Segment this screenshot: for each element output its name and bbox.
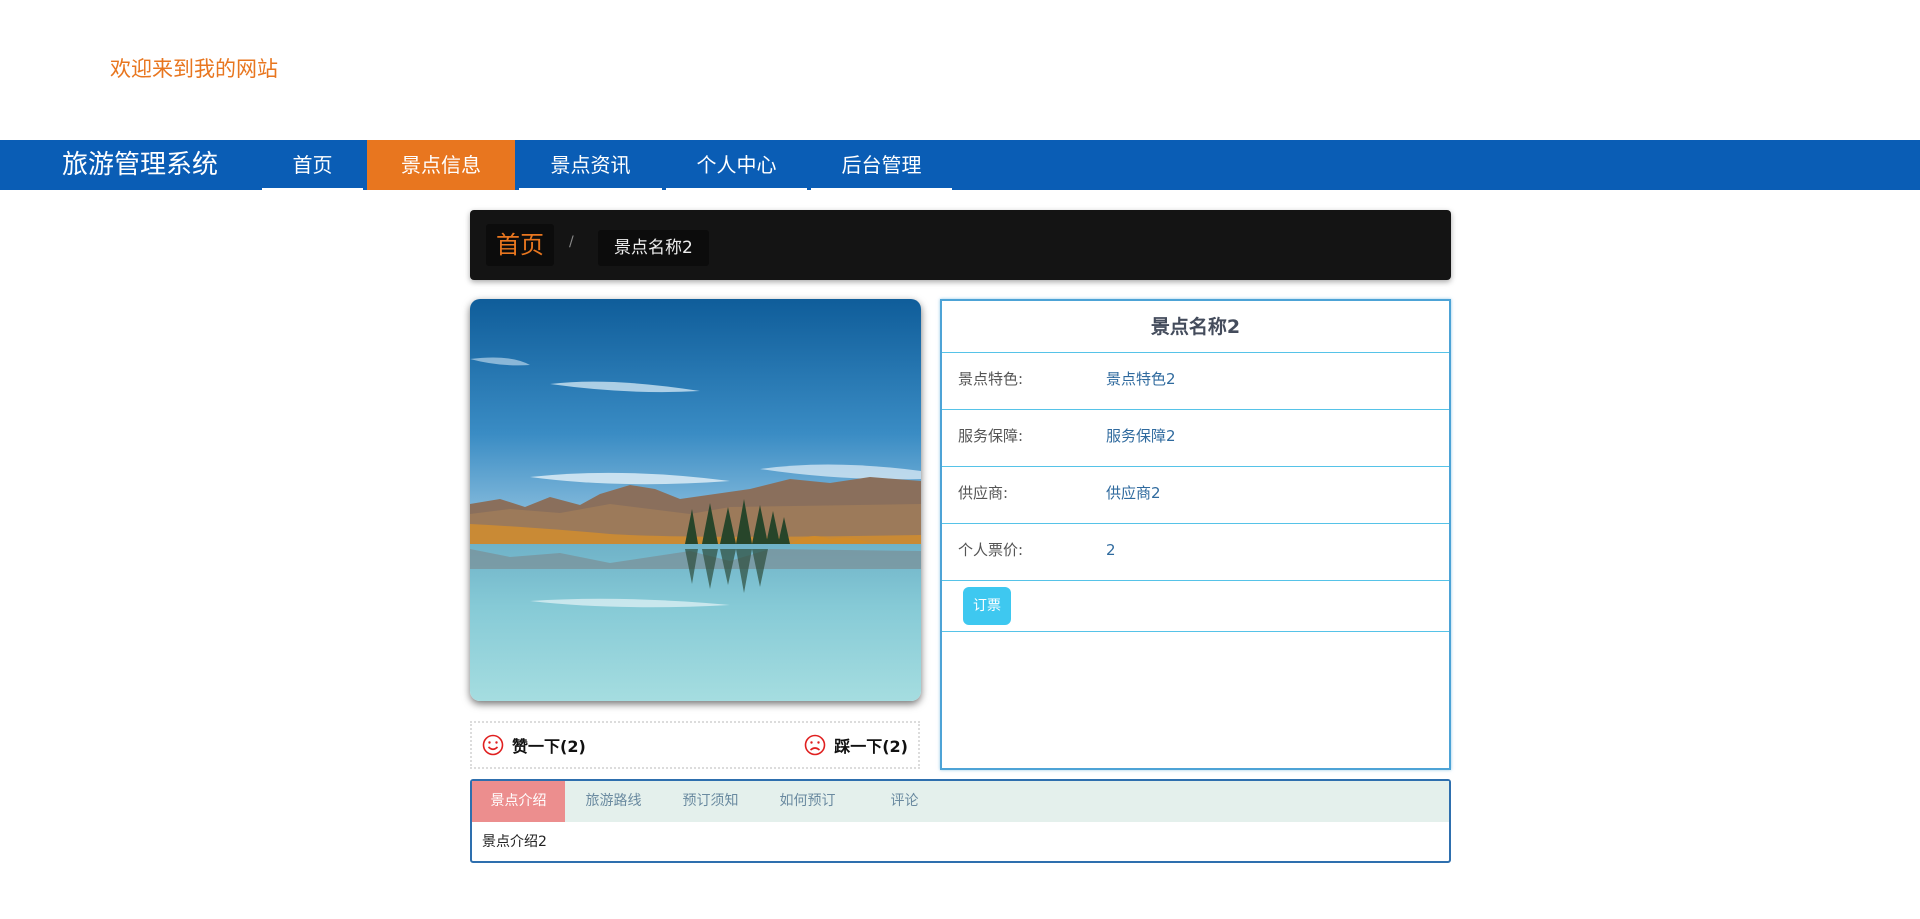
breadcrumb-current: 景点名称2 [598, 230, 709, 266]
detail-row-service: 服务保障: 服务保障2 [942, 410, 1449, 467]
detail-value: 2 [1106, 541, 1116, 559]
nav-item-attractions[interactable]: 景点信息 [367, 140, 515, 190]
attraction-title: 景点名称2 [942, 301, 1449, 353]
nav-item-news[interactable]: 景点资讯 [519, 140, 662, 190]
tab-introduction[interactable]: 景点介绍 [472, 781, 565, 822]
detail-row-price: 个人票价: 2 [942, 524, 1449, 581]
detail-action-row: 订票 [942, 581, 1449, 632]
detail-value: 供应商2 [1106, 484, 1161, 502]
main-navbar: 旅游管理系统 首页 景点信息 景点资讯 个人中心 后台管理 [0, 140, 1920, 190]
attraction-photo [470, 299, 921, 701]
nav-item-profile[interactable]: 个人中心 [666, 140, 807, 190]
like-label: 赞一下(2) [512, 737, 586, 756]
breadcrumb-separator: / [569, 234, 574, 250]
tab-route[interactable]: 旅游路线 [565, 781, 662, 822]
detail-row-supplier: 供应商: 供应商2 [942, 467, 1449, 524]
landscape-photo-image [470, 299, 921, 701]
detail-key: 服务保障: [958, 427, 1024, 445]
like-button[interactable]: 赞一下(2) [482, 723, 586, 767]
nav-item-admin[interactable]: 后台管理 [811, 140, 952, 190]
detail-key: 个人票价: [958, 541, 1024, 559]
dislike-label: 踩一下(2) [834, 737, 908, 756]
tab-how-to-book[interactable]: 如何预订 [759, 781, 856, 822]
nav-item-home[interactable]: 首页 [262, 140, 363, 190]
detail-key: 供应商: [958, 484, 1009, 502]
breadcrumb-home-link[interactable]: 首页 [486, 224, 554, 266]
tab-bar: 景点介绍 旅游路线 预订须知 如何预订 评论 [472, 781, 1449, 822]
detail-tabs: 景点介绍 旅游路线 预订须知 如何预订 评论 景点介绍2 [470, 779, 1451, 863]
nav-menu: 首页 景点信息 景点资讯 个人中心 后台管理 [262, 140, 956, 190]
smile-icon [482, 734, 504, 756]
detail-row-feature: 景点特色: 景点特色2 [942, 353, 1449, 410]
book-ticket-button[interactable]: 订票 [963, 587, 1011, 625]
tab-comments[interactable]: 评论 [856, 781, 953, 822]
detail-value: 服务保障2 [1106, 427, 1176, 445]
dislike-button[interactable]: 踩一下(2) [804, 723, 908, 767]
reaction-bar: 赞一下(2) 踩一下(2) [470, 721, 920, 769]
tab-booking-notes[interactable]: 预订须知 [662, 781, 759, 822]
detail-key: 景点特色: [958, 370, 1024, 388]
breadcrumb: 首页 / 景点名称2 [470, 210, 1451, 280]
attraction-detail-panel: 景点名称2 景点特色: 景点特色2 服务保障: 服务保障2 供应商: 供应商2 … [940, 299, 1451, 770]
welcome-text: 欢迎来到我的网站 [110, 57, 278, 81]
detail-value: 景点特色2 [1106, 370, 1176, 388]
tab-content: 景点介绍2 [482, 834, 547, 850]
site-brand[interactable]: 旅游管理系统 [62, 140, 218, 190]
frown-icon [804, 734, 826, 756]
